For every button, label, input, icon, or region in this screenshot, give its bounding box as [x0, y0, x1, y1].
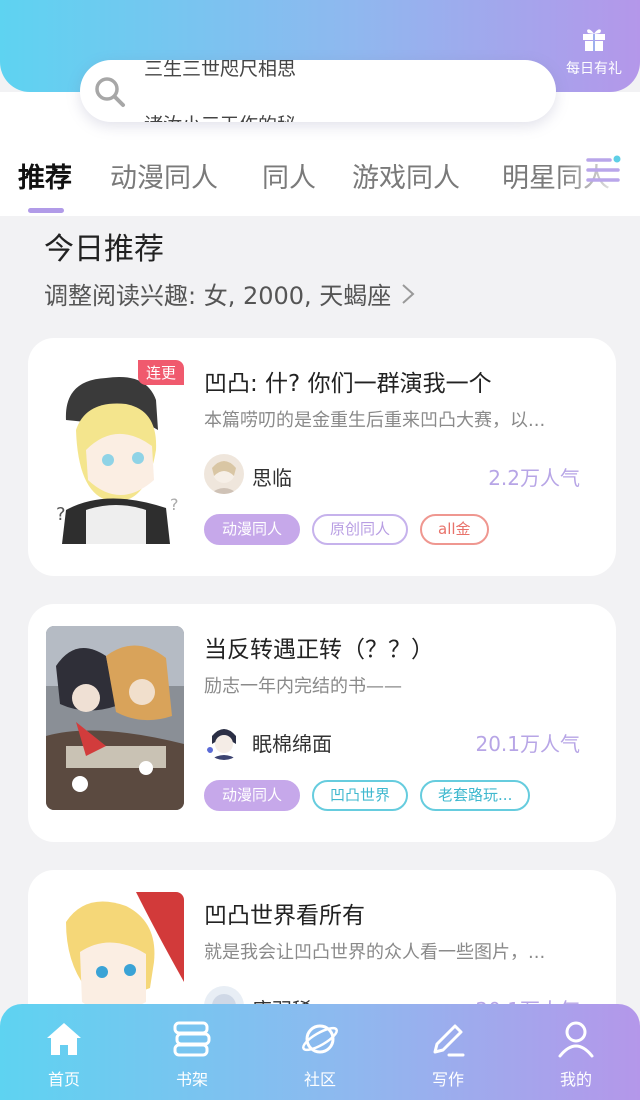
- nav-label: 首页: [47, 1070, 80, 1089]
- svg-text:?: ?: [170, 495, 179, 514]
- category-tabs: 推荐 动漫同人 同人 游戏同人 明星同人: [0, 150, 640, 216]
- avatar[interactable]: [204, 454, 244, 494]
- popularity-count: 2.2万人气: [488, 466, 580, 490]
- book-cover[interactable]: [46, 626, 184, 810]
- planet-icon: [302, 1024, 338, 1054]
- category-menu-icon[interactable]: [584, 152, 622, 188]
- pen-icon: [433, 1024, 465, 1057]
- bottom-navigation: 首页 书架 社区 写作 我的: [0, 1004, 640, 1100]
- search-suggestion: 三生三世咫尺相思: [144, 60, 297, 80]
- nav-label: 社区: [303, 1070, 336, 1089]
- author-name[interactable]: 思临: [252, 462, 292, 491]
- book-title[interactable]: 凹凸世界看所有: [204, 896, 365, 930]
- nav-label: 我的: [559, 1070, 592, 1089]
- book-title[interactable]: 凹凸: 什? 你们一群演我一个: [204, 364, 492, 398]
- tag[interactable]: 动漫同人: [204, 780, 301, 811]
- book-description: 就是我会让凹凸世界的众人看一些图片，...: [204, 942, 546, 963]
- book-description: 励志一年内完结的书——: [204, 676, 402, 697]
- chevron-right-icon: [402, 283, 415, 304]
- tag[interactable]: all金: [420, 514, 489, 545]
- svg-text:?: ?: [56, 504, 66, 525]
- tag[interactable]: 原创同人: [312, 514, 409, 545]
- nav-profile[interactable]: 我的: [526, 1018, 626, 1090]
- author-name[interactable]: 眠棉绵面: [252, 728, 332, 757]
- search-bar[interactable]: 三生三世咫尺相思 诸汝小三天作的秘: [80, 60, 556, 122]
- daily-gift-button[interactable]: 每日有礼: [556, 24, 632, 78]
- tag[interactable]: 凹凸世界: [312, 780, 409, 811]
- profile-icon: [558, 1021, 594, 1058]
- avatar[interactable]: [204, 720, 244, 760]
- update-badge: 连更: [137, 360, 184, 385]
- nav-label: 书架: [175, 1070, 208, 1089]
- gift-icon: [583, 29, 605, 51]
- nav-label: 写作: [431, 1070, 464, 1089]
- search-suggestion-ticker: 三生三世咫尺相思 诸汝小三天作的秘: [144, 60, 544, 122]
- search-suggestion: 诸汝小三天作的秘: [144, 110, 296, 122]
- bookshelf-icon: [173, 1021, 211, 1057]
- home-icon: [47, 1023, 81, 1055]
- section-title: 今日推荐: [44, 232, 164, 267]
- cover-illustration: ? ?: [46, 360, 184, 544]
- tag-list: 动漫同人 凹凸世界 老套路玩...: [204, 780, 531, 811]
- tab-recommend[interactable]: 推荐: [18, 156, 72, 195]
- book-cover[interactable]: ? ? 连更: [46, 360, 184, 544]
- search-icon: [95, 77, 125, 107]
- tab-fanfic[interactable]: 同人: [262, 156, 316, 195]
- tag[interactable]: 老套路玩...: [420, 780, 531, 811]
- book-card[interactable]: ? ? 连更 凹凸: 什? 你们一群演我一个 本篇唠叨的是金重生后重来凹凸大赛，…: [28, 338, 616, 576]
- nav-write[interactable]: 写作: [398, 1018, 498, 1090]
- book-card[interactable]: 当反转遇正转（？？） 励志一年内完结的书—— 眠棉绵面 20.1万人气 动漫同人…: [28, 604, 616, 842]
- tab-anime-fanfic[interactable]: 动漫同人: [110, 156, 218, 195]
- nav-bookshelf[interactable]: 书架: [142, 1018, 242, 1090]
- popularity-count: 20.1万人气: [475, 732, 580, 756]
- reading-interest-text: 调整阅读兴趣: 女, 2000, 天蝎座: [44, 282, 392, 310]
- tab-game-fanfic[interactable]: 游戏同人: [352, 156, 460, 195]
- nav-home[interactable]: 首页: [14, 1018, 114, 1090]
- cover-illustration: [46, 626, 184, 810]
- book-title[interactable]: 当反转遇正转（？？）: [204, 630, 434, 664]
- nav-community[interactable]: 社区: [270, 1018, 370, 1090]
- reading-interest-link[interactable]: 调整阅读兴趣: 女, 2000, 天蝎座: [44, 276, 415, 311]
- active-tab-indicator: [28, 208, 64, 213]
- book-description: 本篇唠叨的是金重生后重来凹凸大赛，以...: [204, 410, 546, 431]
- tag-list: 动漫同人 原创同人 all金: [204, 514, 489, 545]
- gift-label: 每日有礼: [566, 61, 622, 77]
- tag[interactable]: 动漫同人: [204, 514, 301, 545]
